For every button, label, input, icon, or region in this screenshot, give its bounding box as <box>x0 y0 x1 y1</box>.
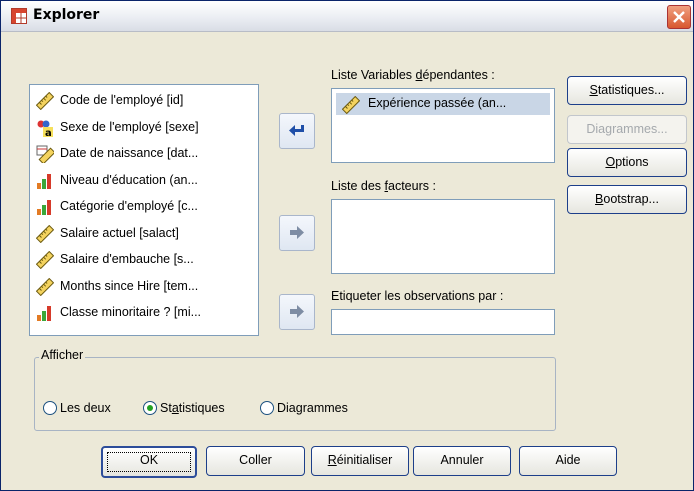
ruler-icon <box>35 250 55 270</box>
ruler-icon <box>341 95 361 115</box>
move-to-dependent-button[interactable] <box>279 113 315 149</box>
arrow-right-icon <box>290 226 304 239</box>
move-to-label-button[interactable] <box>279 294 315 330</box>
label-cases-field[interactable] <box>331 309 555 335</box>
ordinal-bars-icon <box>36 172 54 190</box>
arrow-left-icon <box>289 125 304 136</box>
ordinal-bars-icon <box>36 304 54 322</box>
radio-indicator <box>143 401 157 415</box>
dependent-list-label: Liste Variables dépendantes : <box>331 68 495 82</box>
explorer-dialog: Explorer Code de l'employé [id] a Sexe de … <box>0 0 694 491</box>
cancel-button[interactable]: Annuler <box>413 446 511 476</box>
arrow-right-icon <box>290 305 304 318</box>
ruler-icon <box>35 277 55 296</box>
date-ruler-icon <box>36 145 56 165</box>
nominal-a-icon: a <box>36 119 54 139</box>
move-to-factor-button[interactable] <box>279 215 315 251</box>
plots-button[interactable]: Diagrammes... <box>567 115 687 144</box>
radio-indicator <box>260 401 274 415</box>
ruler-icon <box>35 91 55 111</box>
factor-list-label: Liste des facteurs : <box>331 179 436 193</box>
reset-button[interactable]: Réinitialiser <box>311 446 409 476</box>
list-item[interactable]: Expérience passée (an... <box>336 93 550 115</box>
source-variable-list[interactable]: Code de l'employé [id] a Sexe de l'employé… <box>29 84 259 336</box>
display-group-title: Afficher <box>39 348 86 362</box>
ruler-icon <box>35 224 55 243</box>
options-button[interactable]: Options <box>567 148 687 177</box>
dependent-list[interactable]: Expérience passée (an... <box>331 88 555 163</box>
ok-button[interactable]: OK <box>101 446 197 478</box>
statistics-button[interactable]: Statistiques... <box>567 76 687 105</box>
label-cases-label: Etiqueter les observations par : <box>331 289 504 303</box>
bootstrap-button[interactable]: Bootstrap... <box>567 185 687 214</box>
dialog-title: Explorer <box>33 7 100 23</box>
help-button[interactable]: Aide <box>519 446 617 476</box>
paste-button[interactable]: Coller <box>206 446 305 476</box>
svg-text:a: a <box>45 128 52 137</box>
ordinal-bars-icon <box>36 198 54 216</box>
title-bar[interactable]: Explorer <box>1 1 693 32</box>
factor-list[interactable] <box>331 199 555 274</box>
display-group <box>34 357 556 431</box>
radio-indicator <box>43 401 57 415</box>
grid-app-icon <box>11 8 27 24</box>
close-icon[interactable] <box>667 5 691 29</box>
